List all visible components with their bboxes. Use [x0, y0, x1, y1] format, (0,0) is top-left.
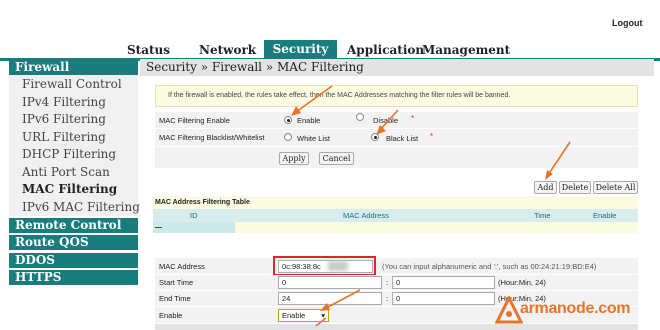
arrow-to-add — [547, 141, 571, 176]
annotation-arrows — [291, 85, 571, 327]
arrow-to-blacklist — [379, 109, 399, 131]
arrow-head — [545, 170, 553, 180]
watermark-logo-icon — [495, 296, 523, 324]
arrow-to-enable-select — [325, 289, 361, 309]
arrow-head — [291, 106, 301, 116]
arrow-head — [320, 303, 330, 311]
arrow-head — [376, 125, 386, 135]
arrow-to-enable — [295, 85, 333, 113]
arrow-bottom — [315, 317, 327, 327]
watermark-text: armanode.com — [520, 300, 631, 317]
